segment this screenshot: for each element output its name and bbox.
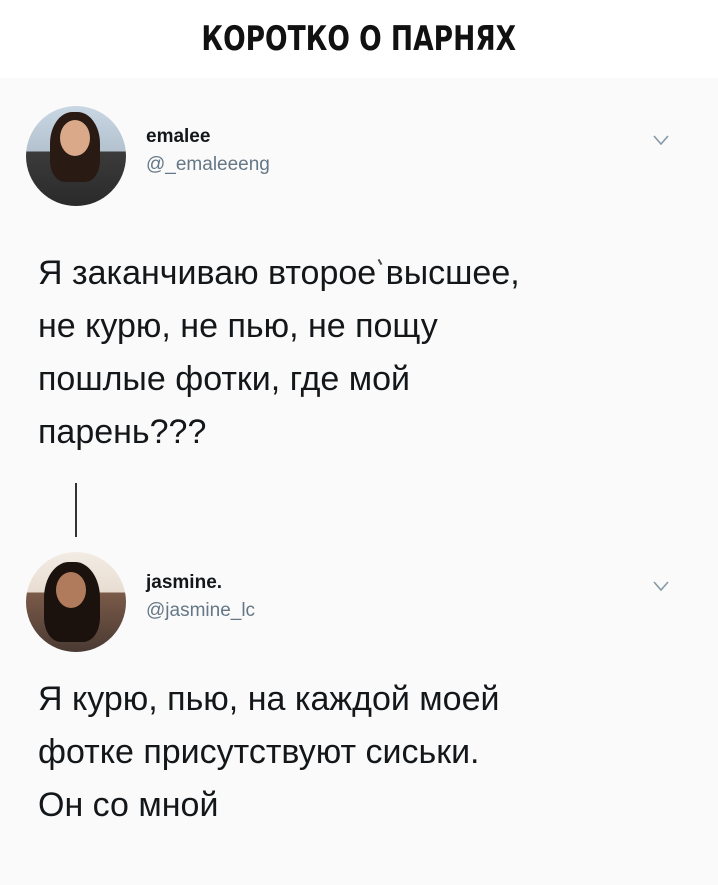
tweet-text-line: Он со мной (38, 786, 219, 824)
avatar-face (56, 572, 86, 608)
meme-header: КОРОТКО О ПАРНЯХ (0, 0, 718, 78)
tweet-text-line: не курю, не пью, не пощу (38, 307, 438, 345)
tweet-text-line: пошлые фотки, где мой (38, 360, 411, 398)
user-handle[interactable]: @_emaleeeng (146, 154, 270, 176)
tweet-text: Я курю, пью, на каждой моей фотке присут… (38, 673, 688, 832)
tweet-thread: emalee @_emaleeeng Я заканчиваю второе в… (0, 78, 718, 885)
tweet-text: Я заканчиваю второе высшее, не курю, не … (38, 247, 688, 459)
user-meta: emalee @_emaleeeng (146, 126, 270, 176)
tweet-text-line: Я курю, пью, на каждой моей (38, 680, 500, 718)
meme-title: КОРОТКО О ПАРНЯХ (201, 19, 517, 59)
user-meta: jasmine. @jasmine_lc (146, 572, 255, 622)
avatar[interactable] (26, 106, 126, 206)
avatar-face (60, 120, 90, 156)
tweet-text-line: Я заканчиваю второе высшее, (38, 254, 520, 292)
thread-connector-line (75, 483, 77, 537)
avatar[interactable] (26, 552, 126, 652)
display-name[interactable]: emalee (146, 126, 270, 148)
user-handle[interactable]: @jasmine_lc (146, 600, 255, 622)
tweet-text-line: фотке присутствуют сиськи. (38, 733, 480, 771)
chevron-down-icon[interactable] (653, 580, 669, 592)
tweet-text-line: парень??? (38, 413, 207, 451)
display-name[interactable]: jasmine. (146, 572, 255, 594)
chevron-down-icon[interactable] (653, 134, 669, 146)
